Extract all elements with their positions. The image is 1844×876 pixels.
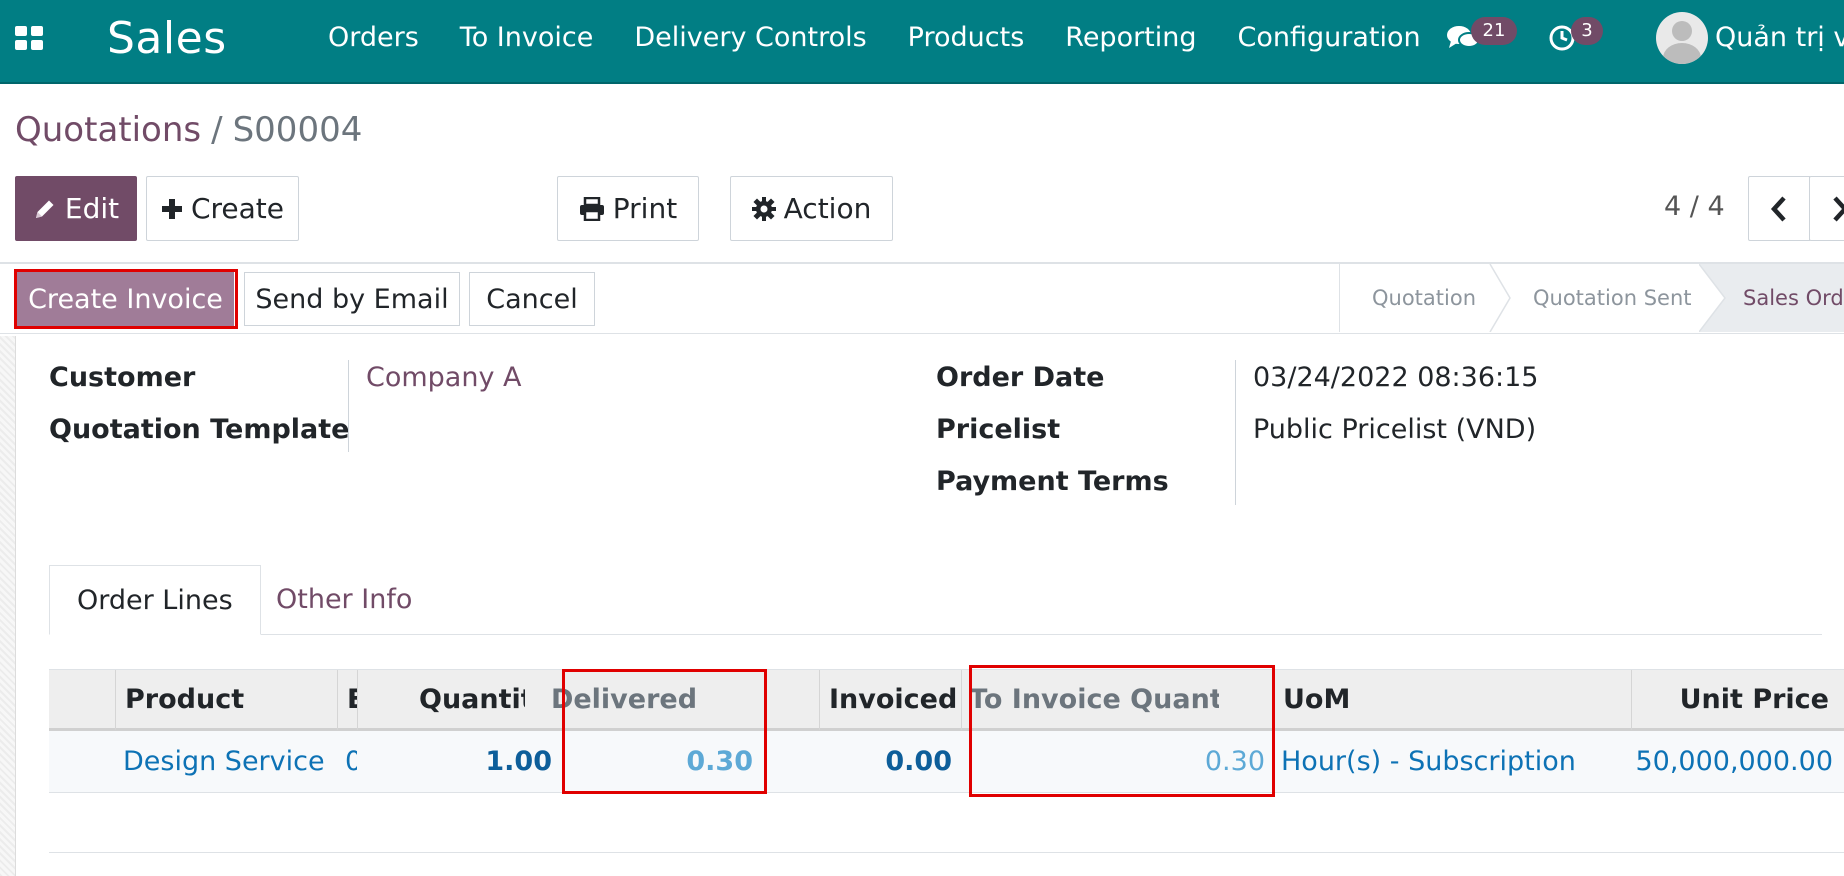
plus-icon [161, 198, 182, 219]
apps-grid-icon[interactable] [15, 26, 43, 50]
edit-button-label: Edit [64, 192, 120, 225]
column-header-truncated[interactable]: E [347, 670, 357, 730]
activities-count-badge: 3 [1571, 17, 1603, 45]
pager-next-button[interactable] [1809, 176, 1844, 241]
to-invoice-column-highlight [969, 665, 1275, 797]
print-button-label: Print [612, 192, 678, 225]
cell-quantity[interactable]: 1.00 [369, 731, 552, 793]
tab-order-lines[interactable]: Order Lines [49, 565, 261, 635]
column-header-invoiced[interactable]: Invoiced… [829, 670, 959, 730]
column-header-uom[interactable]: UoM [1283, 670, 1350, 730]
menu-item-reporting[interactable]: Reporting [1065, 22, 1196, 53]
pricelist-value[interactable]: Public Pricelist (VND) [1253, 414, 1536, 445]
table-bottom-border [49, 852, 1844, 853]
column-header-product[interactable]: Product [125, 670, 244, 730]
create-button-label: Create [190, 192, 285, 225]
app-brand[interactable]: Sales [107, 13, 227, 64]
cancel-button[interactable]: Cancel [469, 272, 595, 326]
cell-uom[interactable]: Hour(s) - Subscription [1281, 731, 1576, 793]
customer-value-link[interactable]: Company A [366, 362, 522, 393]
cell-unit-price[interactable]: 50,000,000.00 [1589, 731, 1833, 793]
tab-other-info[interactable]: Other Info [249, 565, 439, 635]
pager-value[interactable]: 4 / 4 [1664, 191, 1725, 222]
menu-item-products[interactable]: Products [908, 22, 1025, 53]
field-divider-right [1235, 360, 1236, 505]
stage-sales-order[interactable]: Sales Order [1743, 264, 1844, 332]
action-button-label: Action [783, 192, 872, 225]
pencil-icon [35, 200, 54, 218]
top-navbar: Sales Orders To Invoice Delivery Control… [0, 0, 1844, 84]
cell-product[interactable]: Design Service [123, 731, 325, 793]
breadcrumb-quotations-link[interactable]: Quotations [15, 110, 201, 150]
column-header-quantity[interactable]: Quantity [419, 670, 525, 730]
create-button[interactable]: Create [146, 176, 299, 241]
column-header-unit-price[interactable]: Unit Price [1649, 670, 1829, 730]
cell-invoiced: 0.00 [885, 746, 952, 777]
chevron-right-icon [1833, 195, 1844, 222]
menu-item-delivery-controls[interactable]: Delivery Controls [634, 22, 866, 53]
sheet-side-gutter [0, 336, 16, 876]
customer-label: Customer [49, 362, 196, 393]
active-stage-arrow-icon [1699, 264, 1726, 332]
breadcrumb: Quotations / S00004 [15, 110, 362, 150]
cell-truncated: 0 [345, 746, 357, 777]
quotation-template-label: Quotation Template [49, 414, 350, 445]
breadcrumb-separator: / [211, 110, 223, 150]
user-avatar[interactable] [1656, 12, 1708, 64]
print-button[interactable]: Print [557, 176, 699, 241]
order-lines-header: Product E Quantity Delivered Invoiced… T… [49, 669, 1844, 731]
pager-previous-button[interactable] [1748, 176, 1810, 241]
menu-item-configuration[interactable]: Configuration [1238, 22, 1421, 53]
breadcrumb-current: S00004 [232, 110, 363, 150]
stage-quotation-sent[interactable]: Quotation Sent [1533, 264, 1691, 332]
table-row[interactable]: Design Service 0 1.00 0.30 0.00 0.30 Hou… [49, 731, 1844, 793]
main-menu: Orders To Invoice Delivery Controls Prod… [328, 22, 1462, 53]
stage-quotation[interactable]: Quotation [1372, 264, 1476, 332]
chevron-left-icon [1770, 195, 1786, 222]
user-name[interactable]: Quản trị viên [1715, 22, 1844, 53]
send-by-email-button[interactable]: Send by Email [244, 272, 460, 326]
pricelist-label: Pricelist [936, 414, 1061, 445]
order-date-value[interactable]: 03/24/2022 08:36:15 [1253, 362, 1538, 393]
field-divider-left [348, 360, 349, 452]
column-separator [819, 670, 820, 730]
gear-icon [751, 196, 776, 221]
action-button[interactable]: Action [730, 176, 893, 241]
payment-terms-label: Payment Terms [936, 466, 1169, 497]
column-separator [357, 670, 358, 730]
column-separator [115, 670, 116, 730]
column-separator [961, 670, 962, 730]
order-date-label: Order Date [936, 362, 1105, 393]
printer-icon [579, 196, 604, 221]
status-stages: Quotation Quotation Sent Sales Order [1339, 264, 1844, 332]
create-invoice-highlight [14, 269, 238, 329]
messages-count-badge: 21 [1471, 17, 1517, 45]
menu-item-to-invoice[interactable]: To Invoice [460, 22, 594, 53]
stage-separator-icon [1489, 264, 1511, 332]
form-statusbar: Create Invoice Send by Email Cancel Quot… [0, 264, 1844, 334]
menu-item-orders[interactable]: Orders [328, 22, 419, 53]
edit-button[interactable]: Edit [15, 176, 137, 241]
column-separator [337, 670, 338, 730]
delivered-column-highlight [562, 669, 767, 794]
column-separator [1631, 670, 1632, 730]
